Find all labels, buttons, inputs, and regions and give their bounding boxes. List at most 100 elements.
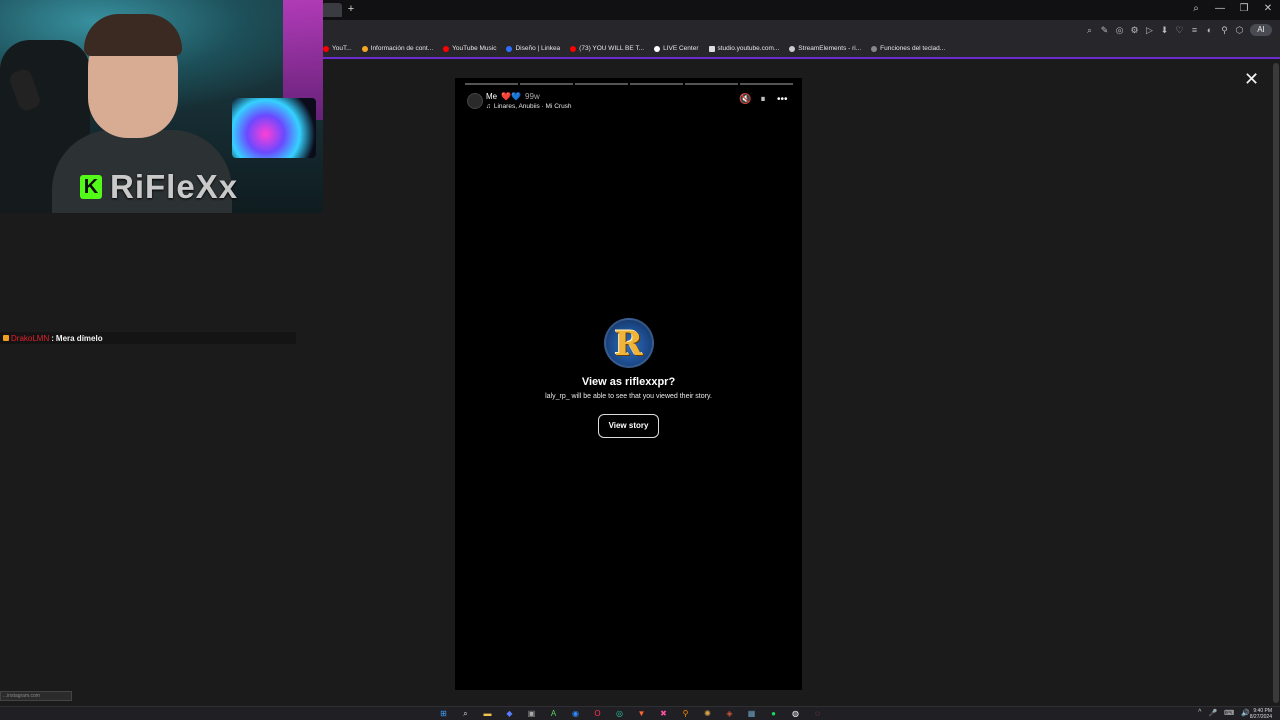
edge-taskbar-icon[interactable]: ◎ — [613, 708, 626, 720]
files-taskbar-icon[interactable]: ▬ — [481, 708, 494, 720]
view-as-prompt: R View as riflexxpr? laly_rp_ will be ab… — [455, 318, 802, 438]
progress-segment — [630, 83, 683, 85]
progress-segment — [685, 83, 738, 85]
zoom-icon[interactable]: ⌕ — [1085, 24, 1094, 36]
chat-username: DrakoLMN — [11, 333, 50, 343]
bookmark-icon — [871, 45, 878, 52]
app-orange-taskbar-icon[interactable]: ⚲ — [679, 708, 692, 720]
app-green-taskbar-icon[interactable]: A — [547, 708, 560, 720]
account-avatar: R — [603, 318, 654, 368]
webcam-flame-monitor — [232, 98, 316, 158]
story-song-title: Linares, Anubiis · Mi Crush — [493, 103, 572, 110]
status-url-hint: ...instagram.com — [0, 691, 72, 701]
progress-segment — [740, 83, 793, 85]
taskbar-clock[interactable]: 9:40 PM 8/27/2024 — [1250, 708, 1272, 720]
ai-button[interactable]: AI — [1250, 24, 1272, 36]
heart-icon[interactable]: ♡ — [1175, 24, 1184, 36]
streamer-name: RiFleXx — [110, 168, 239, 205]
story-age: 99w — [525, 92, 540, 101]
prompt-description: laly_rp_ will be able to see that you vi… — [545, 393, 712, 400]
kick-logo-icon: K — [80, 175, 102, 199]
active-tab[interactable] — [322, 3, 342, 17]
more-options-icon[interactable]: ••• — [777, 94, 788, 106]
new-tab-button[interactable]: + — [345, 3, 357, 15]
tiktok-icon — [654, 45, 661, 52]
chat-taskbar-icon[interactable]: ◆ — [503, 708, 516, 720]
bookmark-youtube[interactable]: YouT... — [323, 45, 352, 52]
hearts-icon: ❤️💙 — [501, 92, 522, 101]
taskbar-apps: ⊞ ⌕ ▬ ◆ ▣ A ◉ O ◎ ▼ ✖ ⚲ ✺ ◈ ▦ ● ◍ ◌ — [437, 708, 824, 720]
bookmark-youtube-music[interactable]: YouTube Music — [443, 45, 496, 52]
streamer-logo: K RiFleXx — [80, 168, 238, 206]
minimize-button[interactable]: — — [1214, 3, 1226, 15]
music-icon: ♫ — [486, 103, 491, 110]
chat-message: DrakoLMN : Mera dímelo — [0, 332, 296, 344]
progress-segment — [465, 83, 518, 85]
bookmark-streamelements[interactable]: StreamElements - ri... — [789, 45, 861, 52]
brave-taskbar-icon[interactable]: ▼ — [635, 708, 648, 720]
play-icon[interactable]: ▷ — [1145, 24, 1154, 36]
story-header: Me ❤️💙 99w ♫ Linares, Anubiis · Mi Crush… — [465, 91, 793, 113]
menu-icon[interactable]: ≡ — [1190, 24, 1199, 36]
story-user-row: Me ❤️💙 99w — [486, 92, 540, 101]
bookmark-icon — [789, 45, 796, 52]
app-dark-taskbar-icon[interactable]: ◈ — [723, 708, 736, 720]
chat-separator: : — [51, 333, 54, 343]
tray-mic-icon[interactable]: 🎤 — [1208, 709, 1217, 717]
story-song[interactable]: ♫ Linares, Anubiis · Mi Crush — [486, 103, 572, 110]
bookmark-studio[interactable]: studio.youtube.com... — [708, 45, 779, 52]
download-icon[interactable]: ⬇ — [1160, 24, 1169, 36]
webcam-streamer-hair — [84, 14, 182, 56]
search-taskbar-icon[interactable]: ⌕ — [459, 708, 472, 720]
theme-icon[interactable]: ◐ — [1205, 24, 1214, 36]
view-story-button[interactable]: View story — [597, 414, 660, 438]
close-story-button[interactable]: ✕ — [1243, 70, 1260, 88]
chat-text: Mera dímelo — [55, 333, 103, 343]
tray-keyboard-icon[interactable]: ⌨ — [1224, 709, 1234, 717]
windows-taskbar-icon[interactable]: ⊞ — [437, 708, 450, 720]
chat-badge-icon — [3, 335, 9, 341]
tray-volume-icon[interactable]: 🔊 — [1241, 709, 1250, 717]
maximize-button[interactable]: ❐ — [1238, 3, 1250, 15]
toolbar-icons: ⌕ ✎ ◎ ⚙ ▷ ⬇ ♡ ≡ ◐ ⚲ ⬡ AI — [1085, 24, 1272, 36]
scrollbar-thumb[interactable] — [1273, 63, 1279, 703]
progress-segment — [520, 83, 573, 85]
close-window-button[interactable]: ✕ — [1262, 3, 1274, 15]
profile-icon[interactable]: ⚲ — [1220, 24, 1229, 36]
spotify-taskbar-icon[interactable]: ● — [767, 708, 780, 720]
extensions-icon[interactable]: ⬡ — [1235, 24, 1244, 36]
bookmark-info-content[interactable]: Información de cont... — [361, 45, 433, 52]
system-tray: ^ 🎤 ⌨ 🔊 — [1198, 709, 1250, 717]
story-username[interactable]: Me — [486, 92, 497, 101]
camera-icon[interactable]: ◎ — [1115, 24, 1124, 36]
bookmark-linkea[interactable]: Diseño | Linkea — [506, 45, 560, 52]
story-avatar[interactable] — [467, 93, 483, 109]
obs-taskbar-icon[interactable]: ◍ — [789, 708, 802, 720]
clock-date: 8/27/2024 — [1249, 714, 1272, 720]
app-pink-taskbar-icon[interactable]: ✖ — [657, 708, 670, 720]
story-progress-bar — [465, 83, 793, 85]
mute-icon[interactable]: 🔇 — [739, 94, 751, 106]
tray-overflow-icon[interactable]: ^ — [1198, 709, 1201, 717]
app-red-taskbar-icon[interactable]: ◌ — [811, 708, 824, 720]
terminal-taskbar-icon[interactable]: ▣ — [525, 708, 538, 720]
bookmark-icon — [570, 45, 577, 52]
progress-segment — [575, 83, 628, 85]
edit-icon[interactable]: ✎ — [1100, 24, 1109, 36]
bookmark-icon — [361, 45, 368, 52]
app-mid-taskbar-icon[interactable]: ▦ — [745, 708, 758, 720]
bookmark-live-center[interactable]: LIVE Center — [654, 45, 699, 52]
app-blue-taskbar-icon[interactable]: ◉ — [569, 708, 582, 720]
opera-taskbar-icon[interactable]: O — [591, 708, 604, 720]
pause-icon[interactable]: ⏸ — [758, 94, 768, 106]
window-controls: ⌕ — ❐ ✕ — [1190, 3, 1274, 15]
story-viewer: Me ❤️💙 99w ♫ Linares, Anubiis · Mi Crush… — [455, 78, 802, 690]
bookmark-video[interactable]: (73) YOU WILL BE T... — [570, 45, 644, 52]
windows-taskbar: ⊞ ⌕ ▬ ◆ ▣ A ◉ O ◎ ▼ ✖ ⚲ ✺ ◈ ▦ ● ◍ ◌ ^ 🎤 ⌨ 🔊 9:40 PM 8/27/… — [0, 706, 1280, 720]
story-controls: 🔇 ⏸ ••• — [739, 94, 788, 106]
settings-icon[interactable]: ⚙ — [1130, 24, 1139, 36]
app-gear-taskbar-icon[interactable]: ✺ — [701, 708, 714, 720]
search-tabs-icon[interactable]: ⌕ — [1190, 3, 1202, 15]
prompt-title: View as riflexxpr? — [581, 376, 676, 388]
bookmark-keyboard[interactable]: Funciones del teclad... — [871, 45, 945, 52]
